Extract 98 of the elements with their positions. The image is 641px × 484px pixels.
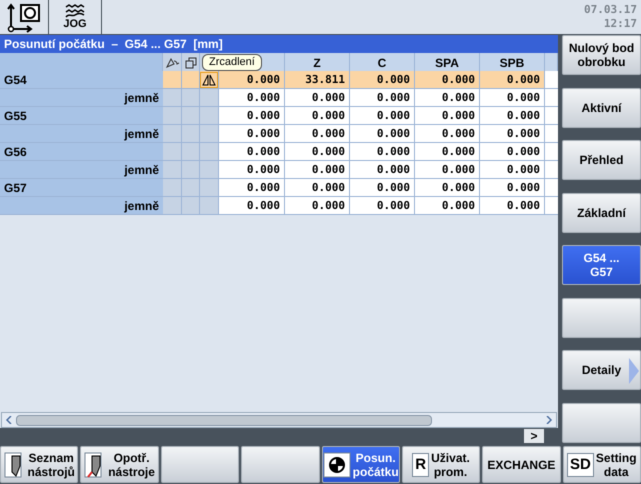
table-cell xyxy=(545,161,558,179)
softkey[interactable]: Detaily xyxy=(562,350,641,390)
table-cell: 0.000 xyxy=(415,179,480,197)
table-cell xyxy=(182,125,200,143)
row-label: jemně xyxy=(0,197,163,215)
table-cell: 0.000 xyxy=(480,143,545,161)
softkey[interactable]: Opotř. nástroje xyxy=(80,446,159,483)
scroll-left-icon[interactable] xyxy=(5,416,13,424)
table-cell: 0.000 xyxy=(350,143,415,161)
table-cell: 0.000 xyxy=(285,107,350,125)
table-cell: 0.000 xyxy=(285,161,350,179)
table-cell: 0.000 xyxy=(415,89,480,107)
row-label: jemně xyxy=(0,125,163,143)
softkey[interactable] xyxy=(241,446,320,483)
row-label: G54 xyxy=(0,71,163,89)
table-cell: 0.000 xyxy=(285,125,350,143)
softkey[interactable]: G54 ... G57 xyxy=(562,245,641,286)
table-cell xyxy=(182,161,200,179)
table-cell: 33.811 xyxy=(285,71,350,89)
table-cell: 0.000 xyxy=(480,179,545,197)
more-arrow-icon xyxy=(629,358,639,384)
table-cell: 0.000 xyxy=(350,179,415,197)
rotation-icon xyxy=(164,56,180,68)
softkey[interactable]: Seznam nástrojů xyxy=(0,446,78,483)
table-cell: 0.000 xyxy=(415,197,480,215)
table-cell xyxy=(182,107,200,125)
table-cell: 0.000 xyxy=(219,71,285,89)
panel-title: Posunutí počátku – G54 ... G57 [mm] xyxy=(0,35,558,53)
letter-icon: R xyxy=(412,452,430,476)
row-label: jemně xyxy=(0,89,163,107)
row-label: G56 xyxy=(0,143,163,161)
target-icon xyxy=(322,452,351,478)
scroll-right-icon[interactable] xyxy=(545,416,553,424)
column-header: C xyxy=(350,53,415,73)
table-cell xyxy=(545,143,558,161)
table-cell: 0.000 xyxy=(219,197,285,215)
table-cell xyxy=(545,125,558,143)
row-label: G55 xyxy=(0,107,163,125)
table-cell: 0.000 xyxy=(350,107,415,125)
row-label: jemně xyxy=(0,161,163,179)
table-cell: 0.000 xyxy=(415,71,480,89)
table-cell xyxy=(545,89,558,107)
table-cell: 0.000 xyxy=(480,125,545,143)
table-cell xyxy=(545,107,558,125)
table-cell xyxy=(182,179,200,197)
softkey[interactable] xyxy=(160,446,240,483)
tooltip: Zrcadlení xyxy=(202,54,262,71)
table-cell xyxy=(182,143,200,161)
table-cell: 0.000 xyxy=(350,125,415,143)
table-cell: 0.000 xyxy=(415,125,480,143)
next-button[interactable]: > xyxy=(524,429,544,443)
table-cell: 0.000 xyxy=(219,143,285,161)
scale-icon xyxy=(184,56,196,68)
table-cell xyxy=(545,179,558,197)
table-cell xyxy=(545,197,558,215)
table-cell: 0.000 xyxy=(219,107,285,125)
table-cell: 0.000 xyxy=(480,107,545,125)
table-cell: 0.000 xyxy=(350,197,415,215)
header-cell xyxy=(545,53,558,73)
column-header: SPA xyxy=(415,53,480,73)
letter-icon: SD xyxy=(567,452,594,476)
table-cell: 0.000 xyxy=(480,161,545,179)
table-cell: 0.000 xyxy=(219,161,285,179)
table-cell: 0.000 xyxy=(480,89,545,107)
table-cell: 0.000 xyxy=(480,71,545,89)
mode-label: JOG xyxy=(63,18,87,30)
time-text: 12:17 xyxy=(604,17,637,31)
table-cell: 0.000 xyxy=(350,71,415,89)
table-cell xyxy=(545,71,558,89)
softkey[interactable] xyxy=(562,402,641,443)
table-cell: 0.000 xyxy=(415,143,480,161)
table-cell: 0.000 xyxy=(350,161,415,179)
table-cell xyxy=(182,89,200,107)
softkey[interactable]: Nulový bod obrobku xyxy=(562,35,641,75)
table-cell: 0.000 xyxy=(285,179,350,197)
table-cell: 0.000 xyxy=(219,89,285,107)
table-cell: 0.000 xyxy=(285,89,350,107)
table-cell: 0.000 xyxy=(480,197,545,215)
softkey[interactable]: Aktivní xyxy=(562,88,641,128)
table-cell: 0.000 xyxy=(415,161,480,179)
row-label: G57 xyxy=(0,179,163,197)
date-text: 07.03.17 xyxy=(584,3,637,17)
softkey[interactable]: Přehled xyxy=(562,140,641,180)
softkey[interactable]: Posun. počátku xyxy=(322,446,400,483)
wave-icon xyxy=(65,4,85,18)
softkey[interactable]: Základní xyxy=(562,192,641,233)
table-cell: 0.000 xyxy=(219,125,285,143)
table-cell: 0.000 xyxy=(219,179,285,197)
table-cell: 0.000 xyxy=(285,197,350,215)
horizontal-scrollbar[interactable] xyxy=(1,412,557,428)
table-cell: 0.000 xyxy=(350,89,415,107)
column-header: Z xyxy=(285,53,350,73)
table-cell xyxy=(182,197,200,215)
softkey[interactable]: EXCHANGE xyxy=(482,446,561,483)
softkey[interactable] xyxy=(562,298,641,338)
column-header: SPB xyxy=(480,53,545,73)
table-cell: 0.000 xyxy=(415,107,480,125)
table-cell: 0.000 xyxy=(285,143,350,161)
